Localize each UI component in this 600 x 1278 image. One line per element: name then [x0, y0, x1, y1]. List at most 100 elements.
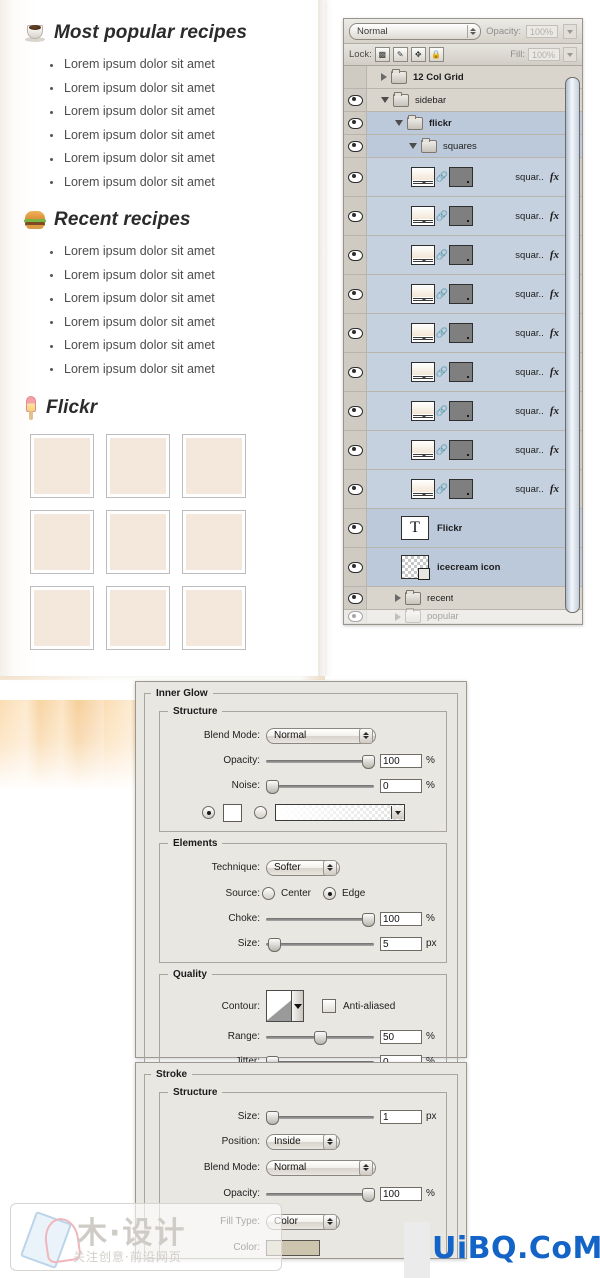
- fill-value[interactable]: 100%: [528, 48, 560, 61]
- layer-row[interactable]: 🔗 squar.. fx: [344, 158, 582, 197]
- flickr-thumbnail[interactable]: [106, 434, 170, 498]
- source-edge-radio[interactable]: [323, 887, 337, 900]
- layers-panel-scrollbar[interactable]: [565, 77, 580, 613]
- flickr-thumbnail[interactable]: [30, 510, 94, 574]
- lock-image-icon[interactable]: ✎: [392, 47, 408, 62]
- link-mask-icon[interactable]: 🔗: [436, 248, 448, 262]
- layer-row[interactable]: 🔗 squar.. fx: [344, 353, 582, 392]
- range-slider[interactable]: [266, 1030, 374, 1045]
- link-mask-icon[interactable]: 🔗: [436, 443, 448, 457]
- noise-slider[interactable]: [266, 779, 374, 794]
- link-mask-icon[interactable]: 🔗: [436, 326, 448, 340]
- visibility-toggle[interactable]: [344, 236, 367, 274]
- technique-select[interactable]: Softer: [266, 859, 340, 876]
- list-item[interactable]: Lorem ipsum dolor sit amet: [44, 264, 215, 288]
- visibility-toggle[interactable]: [344, 431, 367, 469]
- stroke-opacity-input[interactable]: 100: [380, 1186, 422, 1201]
- list-item[interactable]: Lorem ipsum dolor sit amet: [44, 334, 215, 358]
- flickr-thumbnail[interactable]: [106, 586, 170, 650]
- fx-icon[interactable]: fx: [550, 249, 559, 261]
- opacity-dropdown-icon[interactable]: [563, 24, 577, 39]
- stroke-blend-mode-select[interactable]: Normal: [266, 1159, 376, 1176]
- chevron-right-icon[interactable]: [395, 612, 401, 621]
- contour-picker[interactable]: [266, 990, 304, 1022]
- fill-color-radio[interactable]: [202, 806, 215, 819]
- choke-input[interactable]: 100: [380, 911, 422, 926]
- layer-row-flickr-text[interactable]: T Flickr: [344, 509, 582, 548]
- link-mask-icon[interactable]: 🔗: [436, 209, 448, 223]
- glow-color-swatch[interactable]: [223, 803, 242, 822]
- slider-handle[interactable]: [362, 754, 375, 769]
- blend-mode-select[interactable]: Normal: [266, 727, 376, 744]
- chevron-down-icon[interactable]: [409, 143, 417, 149]
- chevron-right-icon[interactable]: [395, 594, 401, 602]
- flickr-thumbnail[interactable]: [182, 586, 246, 650]
- list-item[interactable]: Lorem ipsum dolor sit amet: [44, 287, 215, 311]
- layer-row-12-col-grid[interactable]: 12 Col Grid: [344, 66, 582, 89]
- fx-icon[interactable]: fx: [550, 327, 559, 339]
- visibility-toggle[interactable]: [344, 470, 367, 508]
- opacity-input[interactable]: 100: [380, 753, 422, 768]
- flickr-thumbnail[interactable]: [30, 434, 94, 498]
- list-item[interactable]: Lorem ipsum dolor sit amet: [44, 124, 247, 148]
- fx-icon[interactable]: fx: [550, 171, 559, 183]
- link-mask-icon[interactable]: 🔗: [436, 365, 448, 379]
- layer-row-flickr-group[interactable]: flickr: [344, 112, 582, 135]
- layer-row[interactable]: 🔗 squar.. fx: [344, 392, 582, 431]
- source-center-radio[interactable]: [262, 887, 275, 900]
- list-item[interactable]: Lorem ipsum dolor sit amet: [44, 100, 247, 124]
- blend-mode-select[interactable]: Normal: [349, 23, 482, 40]
- slider-handle[interactable]: [266, 1110, 279, 1125]
- visibility-toggle[interactable]: [344, 314, 367, 352]
- slider-handle[interactable]: [362, 912, 375, 927]
- flickr-thumbnail[interactable]: [182, 434, 246, 498]
- position-select[interactable]: Inside: [266, 1133, 340, 1150]
- list-item[interactable]: Lorem ipsum dolor sit amet: [44, 147, 247, 171]
- visibility-toggle[interactable]: [344, 112, 367, 134]
- chevron-right-icon[interactable]: [381, 73, 387, 81]
- link-mask-icon[interactable]: 🔗: [436, 287, 448, 301]
- layer-row[interactable]: 🔗 squar.. fx: [344, 275, 582, 314]
- list-item[interactable]: Lorem ipsum dolor sit amet: [44, 53, 247, 77]
- choke-slider[interactable]: [266, 912, 375, 927]
- fx-icon[interactable]: fx: [550, 288, 559, 300]
- fill-gradient-radio[interactable]: [254, 806, 267, 819]
- layer-row-popular-group[interactable]: popular: [344, 608, 582, 624]
- fill-dropdown-icon[interactable]: [563, 47, 577, 62]
- slider-handle[interactable]: [362, 1187, 375, 1202]
- layer-row-squares-group[interactable]: squares: [344, 135, 582, 158]
- fx-icon[interactable]: fx: [550, 210, 559, 222]
- chevron-down-icon[interactable]: [391, 806, 404, 819]
- layer-row[interactable]: 🔗 squar.. fx: [344, 431, 582, 470]
- fx-icon[interactable]: fx: [550, 444, 559, 456]
- layer-row-sidebar[interactable]: sidebar: [344, 89, 582, 112]
- lock-all-icon[interactable]: 🔒: [428, 47, 444, 62]
- opacity-slider[interactable]: [266, 754, 375, 769]
- layer-row-icecream-icon[interactable]: icecream icon: [344, 548, 582, 587]
- visibility-toggle[interactable]: [344, 548, 367, 586]
- range-input[interactable]: 50: [380, 1029, 422, 1044]
- link-mask-icon[interactable]: 🔗: [436, 170, 448, 184]
- fx-icon[interactable]: fx: [550, 366, 559, 378]
- list-item[interactable]: Lorem ipsum dolor sit amet: [44, 77, 247, 101]
- opacity-value[interactable]: 100%: [526, 25, 558, 38]
- visibility-toggle[interactable]: [344, 392, 367, 430]
- chevron-down-icon[interactable]: [381, 97, 389, 103]
- stroke-size-input[interactable]: 1: [380, 1109, 422, 1124]
- list-item[interactable]: Lorem ipsum dolor sit amet: [44, 311, 215, 335]
- size-input[interactable]: 5: [380, 936, 422, 951]
- layer-row[interactable]: 🔗 squar.. fx: [344, 314, 582, 353]
- noise-input[interactable]: 0: [380, 778, 422, 793]
- visibility-toggle[interactable]: [344, 197, 367, 235]
- list-item[interactable]: Lorem ipsum dolor sit amet: [44, 240, 215, 264]
- layers-panel[interactable]: Normal Opacity: 100% Lock: ▩ ✎ ✥ 🔒 Fill:…: [343, 18, 583, 625]
- list-item[interactable]: Lorem ipsum dolor sit amet: [44, 171, 247, 195]
- layer-row[interactable]: 🔗 squar.. fx: [344, 236, 582, 275]
- slider-handle[interactable]: [268, 937, 281, 952]
- gradient-picker[interactable]: [275, 804, 405, 821]
- chevron-down-icon[interactable]: [395, 120, 403, 126]
- visibility-toggle[interactable]: [344, 610, 367, 623]
- visibility-toggle[interactable]: [344, 135, 367, 157]
- anti-aliased-checkbox[interactable]: [322, 999, 336, 1013]
- inner-glow-dialog[interactable]: Inner Glow Structure Blend Mode: Normal …: [135, 681, 467, 1092]
